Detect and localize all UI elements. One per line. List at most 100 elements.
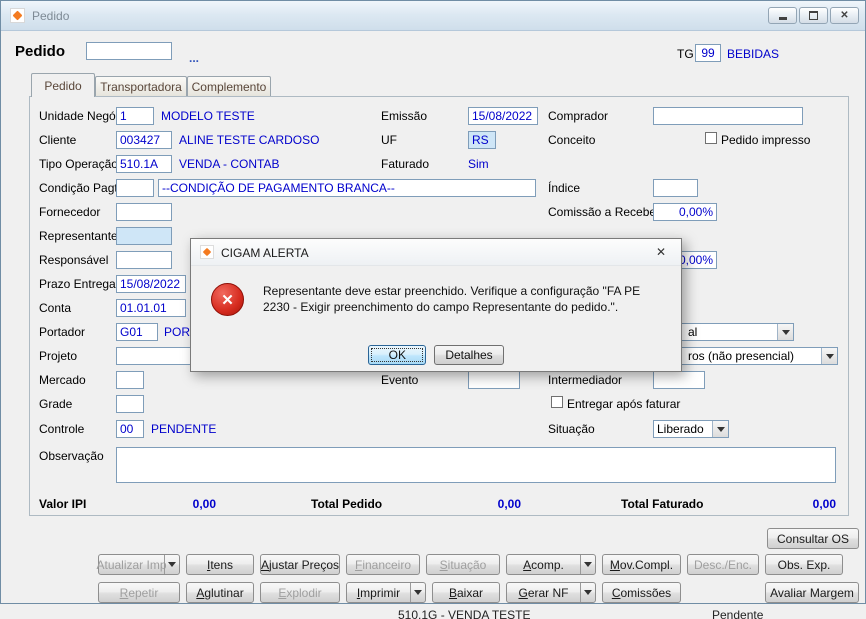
comprador-input[interactable] [653, 107, 803, 125]
grade-input[interactable] [116, 395, 144, 413]
indice-label: Índice [548, 181, 581, 195]
alert-message: Representante deve estar preenchido. Ver… [263, 284, 641, 314]
observacao-textarea[interactable] [116, 447, 836, 483]
emissao-label: Emissão [381, 109, 428, 123]
prazo-entrega-input[interactable] [116, 275, 186, 293]
pedido-lookup-button[interactable]: ... [189, 51, 199, 65]
alert-close-button[interactable]: ✕ [646, 242, 676, 262]
evento-input[interactable] [468, 371, 520, 389]
close-icon: ✕ [655, 245, 667, 259]
condicao-pagto-input[interactable] [116, 179, 154, 197]
alert-dialog-titlebar: CIGAM ALERTA ✕ [191, 239, 681, 266]
baixar-button[interactable]: Baixar [432, 582, 500, 603]
cigam-flame-icon [12, 10, 23, 21]
chevron-down-icon [781, 329, 790, 335]
chevron-down-icon [825, 353, 834, 359]
avaliar-margem-button[interactable]: Avaliar Margem [765, 582, 859, 603]
entregar-apos-faturar-checkbox[interactable] [551, 396, 563, 408]
window-title: Pedido [32, 9, 70, 23]
atualizar-imp-button: Atualizar Imp [96, 554, 180, 575]
comprador-label: Comprador [548, 109, 609, 123]
app-icon [10, 8, 25, 23]
maximize-icon [809, 11, 818, 20]
ok-button[interactable]: OK [368, 345, 427, 365]
itens-button[interactable]: Itens [186, 554, 254, 575]
grade-label: Grade [39, 397, 73, 411]
fornecedor-label: Fornecedor [39, 205, 101, 219]
situacao-dropdown-value: Liberado [657, 422, 704, 436]
close-button[interactable]: ✕ [830, 7, 859, 24]
desc-enc-button: Desc./Enc. [687, 554, 759, 575]
detalhes-button[interactable]: Detalhes [434, 345, 504, 365]
faturado-value: Sim [468, 157, 489, 171]
cliente-label: Cliente [39, 133, 77, 147]
consultar-os-button[interactable]: Consultar OS [767, 528, 859, 549]
responsavel-input[interactable] [116, 251, 172, 269]
obs-exp-button[interactable]: Obs. Exp. [765, 554, 843, 575]
chevron-down-icon [168, 562, 176, 567]
imprimir-button[interactable]: Imprimir [346, 582, 426, 603]
alert-buttons: OK Detalhes [191, 345, 681, 365]
tg-input[interactable] [695, 44, 721, 62]
comissoes-button[interactable]: Comissões [602, 582, 681, 603]
total-pedido-value: 0,00 [497, 497, 521, 511]
indice-input[interactable] [653, 179, 698, 197]
tipo-operacao-label: Tipo Operação [39, 157, 118, 171]
intermediador-label: Intermediador [548, 373, 623, 387]
pedido-impresso-checkbox[interactable] [705, 132, 717, 144]
situacao-dropdown[interactable]: Liberado [653, 420, 729, 438]
emissao-input[interactable] [468, 107, 538, 125]
alert-dialog-title: CIGAM ALERTA [221, 246, 309, 260]
partial-dropdown-1-arrow[interactable] [777, 324, 793, 340]
cigam-flame-icon [202, 247, 212, 257]
prazo-entrega-label: Prazo Entrega [39, 277, 116, 291]
aglutinar-button[interactable]: Aglutinar [186, 582, 254, 603]
comissao-receber-input[interactable] [653, 203, 717, 221]
maximize-button[interactable] [799, 7, 828, 24]
tipo-operacao-desc: VENDA - CONTAB [179, 157, 280, 171]
minimize-button[interactable] [768, 7, 797, 24]
representante-input[interactable] [116, 227, 172, 245]
mov-compl-button[interactable]: Mov.Compl. [602, 554, 681, 575]
controle-input[interactable] [116, 420, 144, 438]
controle-desc: PENDENTE [151, 422, 217, 436]
chevron-down-icon [716, 426, 725, 432]
gerar-nf-button[interactable]: Gerar NF [506, 582, 596, 603]
entregar-apos-faturar-label: Entregar após faturar [567, 397, 681, 411]
acomp-dropdown-arrow[interactable] [580, 555, 595, 574]
imprimir-dropdown-arrow[interactable] [410, 583, 425, 602]
background-operation-text: 510.1G - VENDA TESTE [398, 608, 531, 619]
mercado-input[interactable] [116, 371, 144, 389]
total-pedido-label: Total Pedido [311, 497, 383, 511]
pedido-number-input[interactable] [86, 42, 172, 60]
intermediador-input[interactable] [653, 371, 705, 389]
cliente-input[interactable] [116, 131, 172, 149]
responsavel-label: Responsável [39, 253, 109, 267]
total-faturado-value: 0,00 [812, 497, 836, 511]
condicao-pagto-desc-input[interactable] [158, 179, 536, 197]
observacao-label: Observação [39, 449, 104, 463]
unidade-negocio-desc: MODELO TESTE [161, 109, 255, 123]
tab-pedido[interactable]: Pedido [31, 73, 95, 97]
tg-description: BEBIDAS [727, 47, 780, 61]
tab-complemento[interactable]: Complemento [187, 76, 271, 96]
uf-input[interactable] [468, 131, 496, 149]
tab-transportadora[interactable]: Transportadora [95, 76, 187, 96]
conta-input[interactable] [116, 299, 186, 317]
evento-label: Evento [381, 373, 419, 387]
fornecedor-input[interactable] [116, 203, 172, 221]
total-faturado-label: Total Faturado [621, 497, 704, 511]
partial-dropdown-2-arrow[interactable] [821, 348, 837, 364]
gerar-nf-dropdown-arrow[interactable] [580, 583, 595, 602]
situacao-dropdown-arrow[interactable] [712, 421, 728, 437]
ajustar-precos-button[interactable]: Ajustar Preços [260, 554, 340, 575]
representante-label: Representante [39, 229, 118, 243]
situacao-label: Situação [548, 422, 595, 436]
conta-label: Conta [39, 301, 72, 315]
unidade-negocio-input[interactable] [116, 107, 154, 125]
tipo-operacao-input[interactable] [116, 155, 172, 173]
portador-input[interactable] [116, 323, 158, 341]
portador-label: Portador [39, 325, 86, 339]
minimize-icon [778, 17, 787, 20]
acomp-button[interactable]: Acomp. [506, 554, 596, 575]
